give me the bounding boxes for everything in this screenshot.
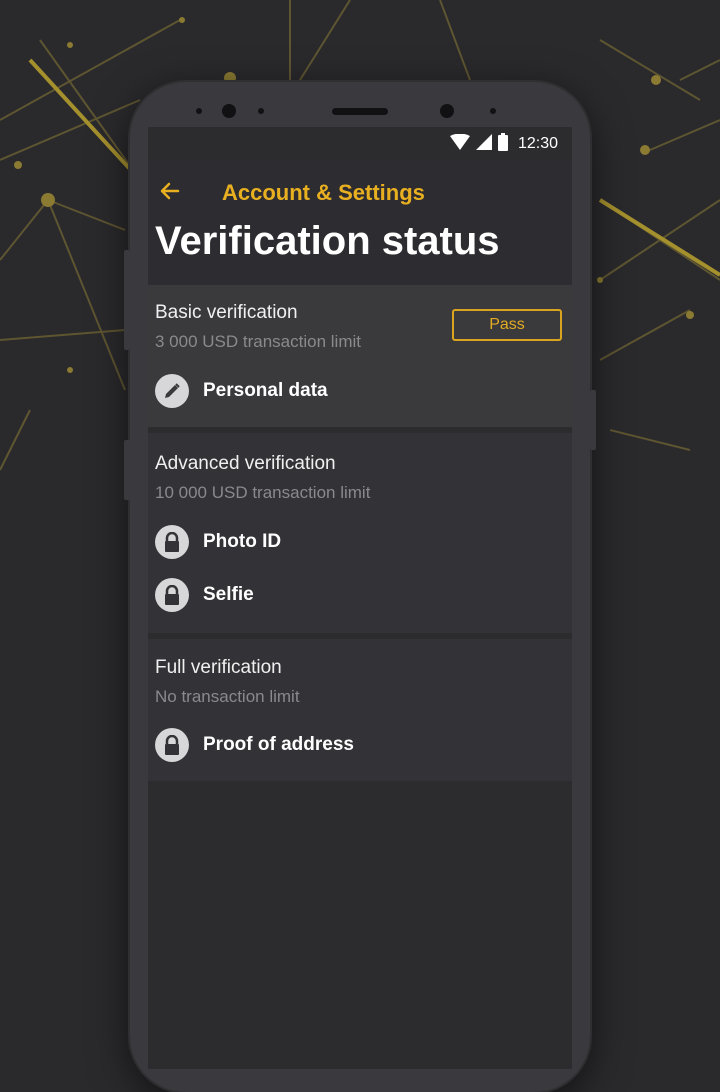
lock-icon (155, 728, 189, 762)
item-label: Selfie (203, 584, 254, 605)
basic-verification-card: Basic verification 3 000 USD transaction… (148, 285, 572, 427)
wifi-icon (449, 133, 470, 155)
full-verification-card: Full verification No transaction limit P… (148, 639, 572, 781)
back-arrow-icon[interactable] (158, 179, 182, 203)
card-title: Basic verification (155, 302, 298, 323)
list-item-proof-of-address[interactable]: Proof of address (155, 728, 354, 762)
battery-icon (497, 132, 508, 156)
phone-screen: 12:30 Account & Settings Verification st… (148, 127, 572, 1069)
pencil-icon (155, 374, 189, 408)
app-header: Account & Settings Verification status (148, 161, 572, 285)
signal-icon (475, 133, 492, 155)
list-item-personal-data[interactable]: Personal data (155, 374, 328, 408)
card-title: Full verification (155, 657, 282, 678)
page-title: Verification status (155, 219, 500, 263)
item-label: Proof of address (203, 734, 354, 755)
status-bar: 12:30 (449, 127, 572, 161)
phone-sensor (258, 108, 264, 114)
card-title: Advanced verification (155, 453, 336, 474)
lock-icon (155, 578, 189, 612)
list-item-selfie[interactable]: Selfie (155, 578, 254, 612)
phone-speaker (332, 108, 388, 115)
lock-icon (155, 525, 189, 559)
phone-side-button (124, 250, 130, 350)
list-item-photo-id[interactable]: Photo ID (155, 525, 281, 559)
card-subtitle: 10 000 USD transaction limit (155, 483, 371, 502)
phone-camera (222, 104, 236, 118)
advanced-verification-card: Advanced verification 10 000 USD transac… (148, 433, 572, 633)
phone-side-button (124, 440, 130, 500)
pass-button[interactable]: Pass (452, 309, 562, 341)
nav-title: Account & Settings (222, 180, 425, 205)
phone-side-button (590, 390, 596, 450)
item-label: Personal data (203, 380, 328, 401)
card-subtitle: No transaction limit (155, 687, 300, 706)
phone-sensor (196, 108, 202, 114)
item-label: Photo ID (203, 531, 282, 552)
phone-front-camera (440, 104, 454, 118)
card-subtitle: 3 000 USD transaction limit (155, 332, 361, 351)
phone-sensor (490, 108, 496, 114)
status-time: 12:30 (517, 135, 558, 152)
